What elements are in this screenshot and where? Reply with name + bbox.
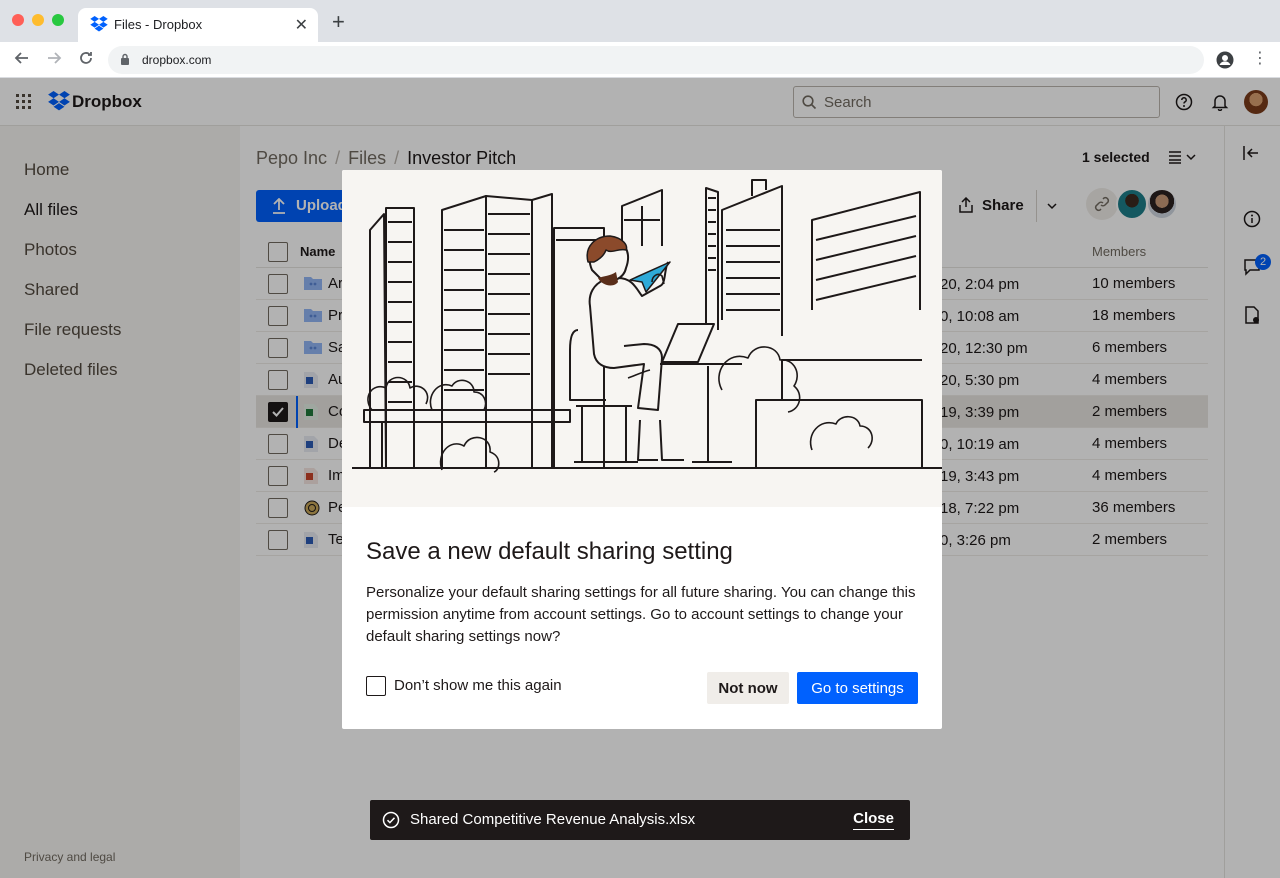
maximize-window-button[interactable] xyxy=(52,14,64,26)
sharing-settings-dialog: Save a new default sharing setting Perso… xyxy=(342,170,942,729)
snackbar: Shared Competitive Revenue Analysis.xlsx… xyxy=(370,800,910,840)
url-text: dropbox.com xyxy=(142,53,212,67)
dont-show-again-checkbox[interactable] xyxy=(366,676,386,696)
address-bar[interactable]: dropbox.com xyxy=(108,46,1204,74)
dont-show-again-label[interactable]: Don’t show me this again xyxy=(394,677,562,694)
minimize-window-button[interactable] xyxy=(32,14,44,26)
check-circle-icon xyxy=(382,811,400,834)
browser-menu-icon[interactable]: ⋮ xyxy=(1252,50,1268,68)
snackbar-message: Shared Competitive Revenue Analysis.xlsx xyxy=(410,811,696,828)
close-tab-icon[interactable]: ✕ xyxy=(295,15,308,35)
browser-tab[interactable]: Files - Dropbox ✕ xyxy=(78,8,318,42)
tab-title: Files - Dropbox xyxy=(114,17,203,32)
not-now-button[interactable]: Not now xyxy=(707,672,789,704)
dialog-body-text: Personalize your default sharing setting… xyxy=(366,584,916,645)
forward-arrow-icon[interactable] xyxy=(44,50,64,70)
dialog-title: Save a new default sharing setting xyxy=(366,538,733,565)
browser-tabbar: Files - Dropbox ✕ + xyxy=(0,0,1280,42)
close-window-button[interactable] xyxy=(12,14,24,26)
back-arrow-icon[interactable] xyxy=(12,50,32,70)
go-to-settings-button[interactable]: Go to settings xyxy=(797,672,918,704)
profile-icon[interactable] xyxy=(1216,51,1234,74)
lock-icon xyxy=(120,53,130,71)
city-illustration xyxy=(342,170,942,507)
new-tab-button[interactable]: + xyxy=(332,11,345,33)
browser-toolbar: dropbox.com ⋮ xyxy=(0,42,1280,78)
dropbox-logo-icon xyxy=(90,16,108,37)
reload-icon[interactable] xyxy=(76,50,96,70)
snackbar-close-button[interactable]: Close xyxy=(853,810,894,830)
